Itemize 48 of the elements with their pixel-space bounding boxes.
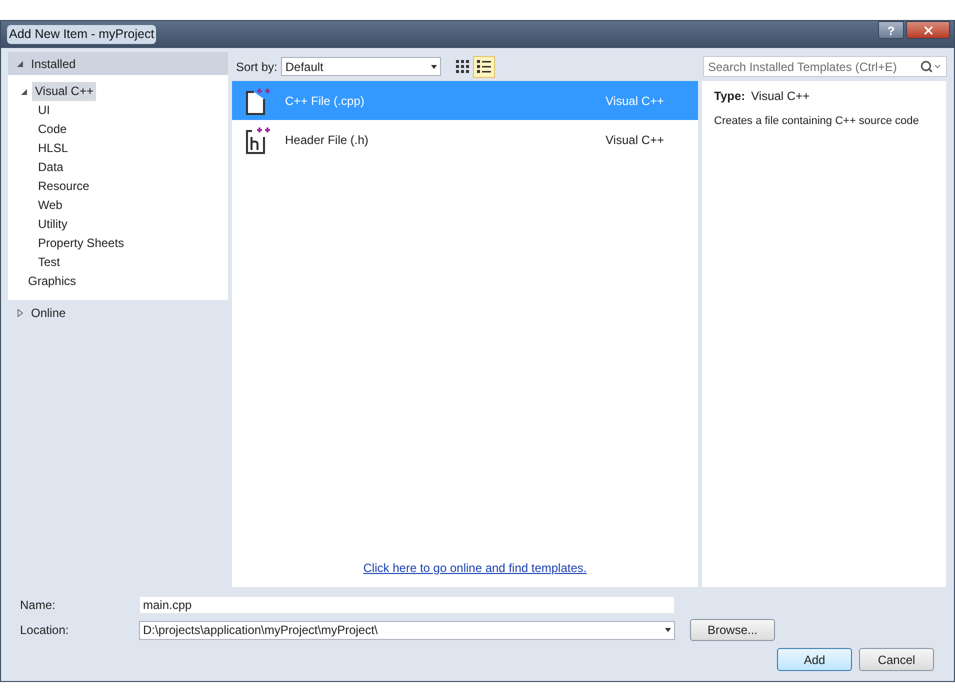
expanded-arrow-icon[interactable]: [16, 60, 24, 68]
collapsed-arrow-icon[interactable]: [16, 308, 24, 316]
section-label: Installed: [31, 56, 76, 72]
grid-icon: [456, 60, 469, 73]
dropdown-arrow-icon: [665, 628, 671, 632]
header-file-icon: [244, 124, 272, 154]
cpp-file-icon: [244, 86, 272, 116]
expanded-arrow-icon[interactable]: [20, 88, 28, 96]
type-label: Type:: [714, 88, 746, 105]
tree-item[interactable]: Data: [35, 158, 66, 177]
list-icon: [477, 60, 492, 73]
template-name: Header File (.h): [285, 132, 370, 148]
dropdown-arrow-icon: [431, 64, 438, 68]
tree-item[interactable]: Utility: [35, 215, 70, 234]
tree-item[interactable]: Graphics: [25, 272, 80, 291]
template-item[interactable]: Header File (.h) Visual C++: [232, 120, 698, 159]
window-title: Add New Item - myProject: [7, 25, 156, 44]
sort-dropdown[interactable]: Default: [281, 57, 442, 76]
location-dropdown[interactable]: D:\projects\application\myProject\myProject\: [139, 620, 675, 640]
browse-button[interactable]: Browse...: [690, 619, 775, 641]
tree-item[interactable]: Property Sheets: [35, 234, 128, 253]
tree-item[interactable]: Web: [35, 196, 66, 215]
tree-item[interactable]: Code: [35, 120, 70, 139]
tree-item[interactable]: Test: [35, 253, 64, 272]
name-label: Name:: [20, 597, 56, 614]
name-field[interactable]: main.cpp: [139, 596, 675, 614]
section-label: Online: [31, 304, 66, 322]
search-field[interactable]: Search Installed Templates (Ctrl+E): [703, 56, 947, 77]
list-view-button[interactable]: [473, 56, 496, 78]
template-language: Visual C++: [606, 132, 664, 148]
section-header[interactable]: Online: [8, 301, 228, 324]
location-label: Location:: [20, 622, 70, 639]
close-icon: [922, 24, 934, 36]
type-value: Visual C++: [751, 88, 810, 105]
tree-item[interactable]: HLSL: [35, 139, 72, 158]
tree-item[interactable]: Resource: [35, 177, 92, 196]
online-templates-link[interactable]: Click here to go online and find templates.: [363, 559, 587, 577]
template-language: Visual C++: [606, 92, 664, 110]
tree-item[interactable]: UI: [35, 101, 53, 120]
close-button[interactable]: [906, 21, 950, 39]
tree-item[interactable]: Visual C++: [32, 82, 96, 101]
dialog-button[interactable]: Add: [777, 648, 852, 671]
search-icon: [920, 60, 933, 73]
template-description: Creates a file containing C++ source code: [714, 114, 920, 129]
template-name: C++ File (.cpp): [285, 92, 366, 110]
section-header[interactable]: Installed: [8, 52, 228, 75]
sort-label: Sort by:: [236, 58, 278, 76]
dialog-button[interactable]: Cancel: [859, 648, 934, 671]
